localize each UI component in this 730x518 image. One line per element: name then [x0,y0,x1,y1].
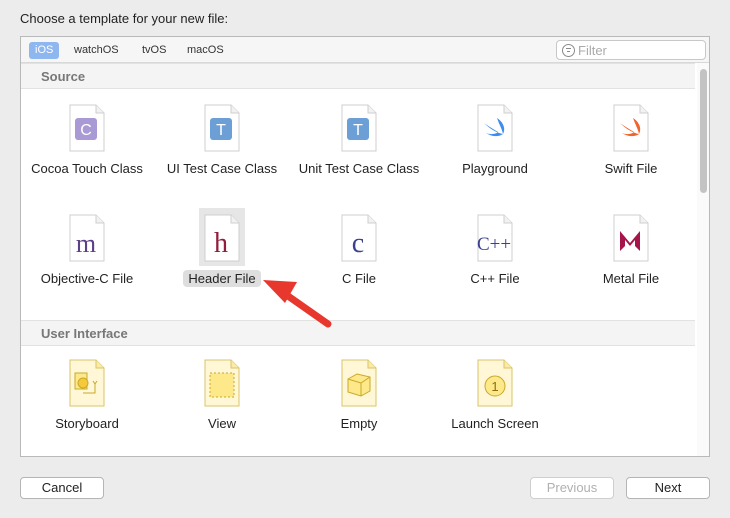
template-label: Playground [462,161,528,176]
template-storyboard[interactable]: Storyboard [21,359,155,456]
previous-button[interactable]: Previous [530,477,614,499]
template-label: Swift File [604,161,658,176]
template-unit-test-case-class[interactable]: T Unit Test Case Class [291,104,427,204]
tab-tvos[interactable]: tvOS [136,42,172,59]
view-icon [204,359,240,407]
section-title-source: Source [41,69,86,84]
platform-bar: iOS watchOS tvOS macOS [21,37,709,63]
cpp-glyph: C++ [477,234,511,255]
unit-test-case-class-icon: T [341,104,377,152]
filter-icon [562,44,575,57]
template-metal-file[interactable]: Metal File [563,214,699,314]
cocoa-touch-glyph: C [80,122,92,139]
unit-test-glyph: T [353,122,363,139]
section-header-source: Source [21,63,695,89]
template-swift-file[interactable]: Swift File [563,104,699,204]
tab-macos[interactable]: macOS [181,42,230,59]
template-browser: iOS watchOS tvOS macOS Source C Cocoa To… [20,36,710,457]
dialog-title: Choose a template for your new file: [20,11,229,26]
launch-screen-icon: 1 [477,359,513,407]
section-header-user-interface: User Interface [21,320,695,346]
objective-c-file-icon: m [69,214,105,262]
storyboard-icon [69,359,105,407]
template-cpp-file[interactable]: C++ C++ File [427,214,563,314]
template-label: Header File [154,270,290,287]
swift-file-icon [613,104,649,152]
template-label: Unit Test Case Class [298,161,420,176]
filter-input[interactable] [578,42,698,58]
template-launch-screen[interactable]: 1 Launch Screen [427,359,563,456]
scrollbar-thumb[interactable] [700,69,707,193]
c-glyph: c [352,228,364,259]
template-empty[interactable]: Empty [291,359,427,456]
ui-test-case-class-icon: T [204,104,240,152]
tab-ios[interactable]: iOS [29,42,60,59]
template-playground[interactable]: Playground [427,104,563,204]
template-objective-c-file[interactable]: m Objective-C File [21,214,155,314]
template-header-file[interactable]: h Header File [154,208,290,314]
ui-test-glyph: T [216,122,226,139]
template-c-file[interactable]: c C File [291,214,427,314]
section-title-user-interface: User Interface [41,326,128,341]
template-label: Storyboard [55,416,119,431]
template-label: C++ File [470,271,520,286]
template-label: Objective-C File [40,271,134,286]
template-cocoa-touch-class[interactable]: C Cocoa Touch Class [21,104,155,204]
cocoa-touch-class-icon: C [69,104,105,152]
c-file-icon: c [341,214,377,262]
template-label: Cocoa Touch Class [31,161,143,176]
template-label: Launch Screen [451,416,539,431]
filter-field[interactable] [556,40,706,60]
objc-glyph: m [76,229,96,258]
template-label: Empty [340,416,378,431]
template-view[interactable]: View [154,359,290,456]
metal-file-icon [613,214,649,262]
launch-screen-glyph: 1 [491,379,498,394]
cpp-file-icon: C++ [477,214,513,262]
header-glyph: h [214,228,228,259]
playground-icon [477,104,513,152]
empty-icon [341,359,377,407]
vertical-scrollbar[interactable] [697,63,709,456]
template-label: UI Test Case Class [166,161,278,176]
tab-watchos[interactable]: watchOS [68,42,125,59]
cancel-button[interactable]: Cancel [20,477,104,499]
header-file-icon: h [204,214,240,262]
template-ui-test-case-class[interactable]: T UI Test Case Class [154,104,290,204]
template-label: Metal File [602,271,660,286]
next-button[interactable]: Next [626,477,710,499]
template-label: C File [342,271,376,286]
template-label-text: Header File [183,270,261,287]
template-label: View [208,416,236,431]
